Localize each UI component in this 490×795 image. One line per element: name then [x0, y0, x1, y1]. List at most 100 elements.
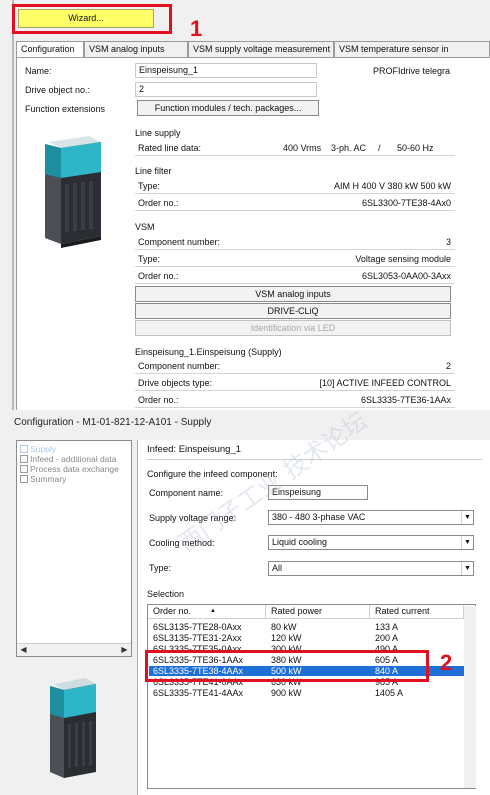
annotation-1: 1 [190, 16, 203, 41]
order-number-cell: 6SL3135-7TE28-0Axx [153, 622, 242, 632]
vsm-component-row: Component number: 3 [135, 233, 455, 250]
supply-order-label: Order no.: [138, 395, 179, 405]
rated-line-data-row: Rated line data: 400 Vrms 3-ph. AC / 50-… [135, 139, 455, 156]
supply-drive-type-row: Drive objects type: [10] ACTIVE INFEED C… [135, 374, 455, 391]
supply-voltage-value: 380 - 480 3-phase VAC [272, 512, 366, 522]
rated-current-cell: 133 A [375, 622, 399, 632]
supply-component-label: Component number: [138, 361, 221, 371]
vsm-order-label: Order no.: [138, 271, 179, 281]
supply-drive-type-label: Drive objects type: [138, 378, 213, 388]
nav-horizontal-scrollbar[interactable]: ◀ ▶ [17, 643, 131, 656]
rated-line-data-label: Rated line data: [138, 143, 202, 153]
nav-checkbox [20, 475, 28, 483]
nav-item-label: Infeed - additional data [30, 454, 117, 464]
vsm-order-row: Order no.: 6SL3053-0AA00-3Axx [135, 267, 455, 284]
line-filter-order-row: Order no.: 6SL3300-7TE38-4Ax0 [135, 194, 455, 211]
supply-component-value: 2 [445, 361, 451, 371]
supply-voltage-select[interactable]: 380 - 480 3-phase VAC ▼ [268, 510, 474, 525]
table-row[interactable]: 6SL3135-7TE28-0Axx 80 kW 133 A [149, 622, 464, 632]
type-value: All [272, 563, 283, 573]
vsm-header: VSM [135, 222, 155, 232]
tab-bar: Configuration VSM analog inputs VSM supp… [16, 41, 490, 58]
tab-vsm-supply-voltage[interactable]: VSM supply voltage measurement [188, 41, 334, 57]
vsm-type-value: Voltage sensing module [355, 254, 451, 264]
order-number-cell: 6SL3335-7TE41-4AAx [153, 688, 244, 698]
identification-led-button[interactable]: Identification via LED [135, 320, 451, 336]
supply-order-row: Order no.: 6SL3335-7TE36-1AAx [135, 391, 455, 408]
line-filter-type-row: Type: AIM H 400 V 380 kW 500 kW [135, 177, 455, 194]
drive-cliq-button[interactable]: DRIVE-CLiQ [135, 303, 451, 319]
function-modules-button[interactable]: Function modules / tech. packages... [137, 100, 319, 116]
supply-configuration-dialog: Configuration - M1-01-821-12-A101 - Supp… [0, 410, 490, 795]
rated-current-cell: 200 A [375, 633, 399, 643]
list-vertical-scrollbar[interactable] [464, 606, 476, 788]
vsm-component-value: 3 [445, 237, 451, 247]
nav-checkbox [20, 455, 28, 463]
infeed-label: Infeed: Einspeisung_1 [147, 444, 242, 455]
dialog-title: Configuration - M1-01-821-12-A101 - Supp… [14, 417, 212, 428]
dropdown-arrow-icon[interactable]: ▼ [461, 536, 473, 549]
vsm-analog-inputs-button[interactable]: VSM analog inputs [135, 286, 451, 302]
column-header-rated-current[interactable]: Rated current [370, 605, 464, 619]
selection-label: Selection [147, 589, 185, 599]
table-row[interactable]: 6SL3335-7TE41-4AAx 900 kW 1405 A [149, 688, 464, 698]
component-selection-list[interactable]: Order no. ▲ Rated power Rated current 6S… [147, 604, 476, 789]
column-header-label: Order no. [153, 606, 192, 616]
name-label: Name: [25, 66, 52, 76]
annotation-2: 2 [440, 650, 453, 675]
drive-object-field[interactable]: 2 [135, 82, 317, 97]
line-filter-order-label: Order no.: [138, 198, 179, 208]
nav-item-summary[interactable]: Summary [20, 474, 66, 484]
scroll-right-icon[interactable]: ▶ [118, 644, 131, 656]
wizard-button[interactable]: Wizard... [18, 9, 154, 28]
rated-separator: / [378, 143, 381, 153]
line-filter-type-label: Type: [138, 181, 161, 191]
tab-vsm-analog-inputs[interactable]: VSM analog inputs [84, 41, 188, 57]
nav-item-supply[interactable]: Supply [20, 444, 56, 454]
rated-power-cell: 900 kW [271, 688, 302, 698]
nav-item-label: Process data exchange [30, 464, 119, 474]
vsm-type-row: Type: Voltage sensing module [135, 250, 455, 267]
supply-order-value: 6SL3335-7TE36-1AAx [360, 395, 451, 405]
line-filter-header: Line filter [135, 166, 172, 176]
order-number-cell: 6SL3135-7TE31-2Axx [153, 633, 242, 643]
rated-power-cell: 80 kW [271, 622, 297, 632]
navigation-list: Supply Infeed - additional data Process … [16, 440, 132, 657]
line-filter-type-value: AIM H 400 V 380 kW 500 kW [333, 181, 451, 191]
nav-item-infeed-additional[interactable]: Infeed - additional data [20, 454, 116, 464]
scroll-left-icon[interactable]: ◀ [17, 644, 30, 656]
name-field[interactable]: Einspeisung_1 [135, 63, 317, 78]
top-configuration-panel: Wizard... 1 Configuration VSM analog inp… [0, 0, 490, 410]
panel-border [12, 0, 14, 410]
nav-checkbox [20, 465, 28, 473]
rated-phase: 3-ph. AC [331, 143, 367, 153]
tab-vsm-temperature-sensor[interactable]: VSM temperature sensor in [334, 41, 490, 57]
configuration-pane: Name: Einspeisung_1 PROFIdrive telegra D… [16, 57, 490, 410]
drive-module-image [39, 128, 107, 248]
supply-drive-type-value: [10] ACTIVE INFEED CONTROL [319, 378, 451, 388]
drive-module-thumbnail [46, 672, 102, 782]
vsm-component-label: Component number: [138, 237, 221, 247]
rated-current-cell: 1405 A [375, 688, 404, 698]
cooling-method-select[interactable]: Liquid cooling ▼ [268, 535, 474, 550]
dropdown-arrow-icon[interactable]: ▼ [461, 511, 473, 524]
column-header-rated-power[interactable]: Rated power [266, 605, 370, 619]
nav-item-label: Summary [30, 474, 67, 484]
vsm-type-label: Type: [138, 254, 161, 264]
dropdown-arrow-icon[interactable]: ▼ [461, 562, 473, 575]
highlight-box-2 [145, 650, 429, 682]
supply-component-row: Component number: 2 [135, 357, 455, 374]
line-filter-order-value: 6SL3300-7TE38-4Ax0 [361, 198, 451, 208]
sort-ascending-icon: ▲ [210, 608, 216, 614]
column-header-order-no[interactable]: Order no. ▲ [148, 605, 266, 619]
rated-voltage: 400 Vrms [283, 143, 322, 153]
tab-configuration[interactable]: Configuration [16, 41, 84, 58]
drive-object-label: Drive object no.: [25, 85, 91, 95]
table-row[interactable]: 6SL3135-7TE31-2Axx 120 kW 200 A [149, 633, 464, 643]
nav-item-process-data[interactable]: Process data exchange [20, 464, 119, 474]
supply-header: Einspeisung_1.Einspeisung (Supply) [135, 347, 282, 357]
type-select[interactable]: All ▼ [268, 561, 474, 576]
line-supply-header: Line supply [135, 128, 181, 138]
vsm-order-value: 6SL3053-0AA00-3Axx [361, 271, 451, 281]
function-extensions-label: Function extensions [25, 104, 106, 114]
